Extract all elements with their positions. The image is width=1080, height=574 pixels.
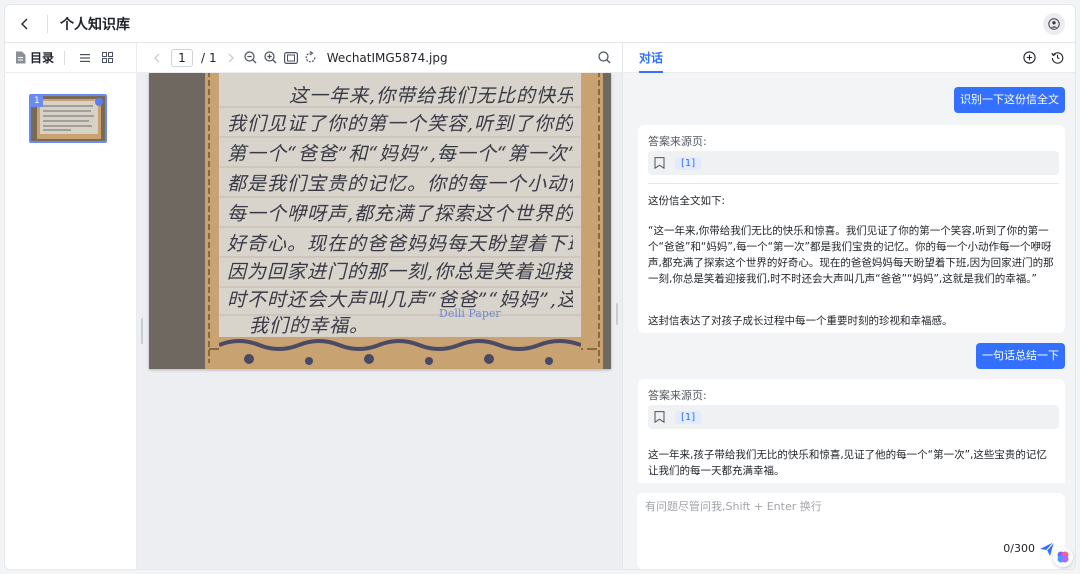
history-button[interactable] [1047, 48, 1067, 68]
grid-view-button[interactable] [97, 48, 117, 68]
handwriting-line: 都是我们宝贵的记忆。你的每一个小动作 [227, 173, 573, 195]
answer-paragraph: 这封信表达了对孩子成长过程中每一个重要时刻的珍视和幸福感。 [648, 315, 953, 327]
chat-panel: 对话 识别一下这份信全文 答案来源页: [1] 这份信全文如下: “这一年来,你… [622, 43, 1075, 569]
total-pages: 1 [209, 50, 217, 65]
rotate-button[interactable] [301, 48, 321, 68]
bookmark-icon [654, 157, 665, 169]
app-window: 个人知识库 目录 1 / 1 WechatIMG5874.jpg 1 这一年来,… [4, 4, 1076, 570]
source-reference-link[interactable]: [1] [675, 410, 702, 424]
letter-photo: 这一年来,你带给我们无比的快乐和惊喜 我们见证了你的第一个笑容,听到了你的 第一… [149, 73, 611, 369]
toolbar-left-group: 目录 [5, 42, 137, 73]
chat-header-actions [1019, 48, 1067, 68]
source-box: [1] [648, 405, 1059, 429]
add-icon [1022, 51, 1036, 64]
document-area: 目录 1 / 1 WechatIMG5874.jpg 1 这一年来,你带给我们无… [5, 42, 622, 569]
chat-header: 对话 [623, 43, 1075, 73]
document-viewer[interactable]: 这一年来,你带给我们无比的快乐和惊喜 我们见证了你的第一个笑容,听到了你的 第一… [137, 73, 622, 569]
answer-paragraph: 这份信全文如下: [648, 195, 726, 207]
handwriting-line: 我们见证了你的第一个笑容,听到了你的 [227, 113, 573, 135]
document-search-button[interactable] [594, 48, 614, 68]
toc-label: 目录 [30, 51, 55, 65]
chevron-right-icon [228, 53, 234, 62]
message-list[interactable]: 识别一下这份信全文 答案来源页: [1] 这份信全文如下: “这一年来,你带给我… [623, 73, 1075, 483]
toc-button[interactable]: 目录 [15, 49, 54, 66]
paper-bottom-ornament [219, 337, 581, 369]
paper-watermark: Delli Paper [439, 307, 501, 320]
viewer-resize-handle[interactable] [141, 318, 143, 344]
prev-page-button[interactable] [147, 48, 167, 68]
list-view-button[interactable] [75, 48, 95, 68]
zoom-in-icon [264, 51, 277, 64]
zoom-out-icon [244, 51, 257, 64]
panel-resize-handle[interactable] [616, 303, 618, 325]
rotate-icon [305, 51, 316, 63]
assistant-float-button[interactable] [1053, 547, 1073, 567]
header-divider [47, 14, 48, 33]
next-page-button[interactable] [221, 48, 241, 68]
character-count: 0/300 [1003, 542, 1035, 555]
fit-screen-icon [283, 51, 298, 64]
document-toolbar: 目录 1 / 1 WechatIMG5874.jpg [5, 42, 622, 73]
chat-input-box[interactable]: 有问题尽管问我,Shift + Enter 换行 0/300 [637, 493, 1065, 569]
toolbar-right-group: 1 / 1 WechatIMG5874.jpg [137, 43, 622, 73]
handwriting-line: 每一个咿呀声,都充满了探索这个世界的 [227, 203, 573, 225]
answer-card: 答案来源页: [1] 这份信全文如下: “这一年来,你带给我们无比的快乐和惊喜。… [638, 125, 1065, 333]
answer-paragraph: 这一年来,孩子带给我们无比的快乐和惊喜,见证了他的每一个“第一次”,这些宝贵的记… [648, 449, 1047, 477]
tab-conversation[interactable]: 对话 [639, 43, 664, 73]
search-icon [597, 51, 610, 64]
page-number-input[interactable]: 1 [171, 48, 193, 67]
handwriting-line: 这一年来,你带给我们无比的快乐和惊喜 [289, 85, 573, 107]
user-message: 识别一下这份信全文 [954, 87, 1065, 113]
handwriting-line: 第一个“爸爸”和“妈妈”,每一个“第一次” [227, 143, 573, 165]
source-label: 答案来源页: [648, 389, 707, 402]
page-title: 个人知识库 [60, 16, 130, 33]
source-box: [1] [648, 151, 1059, 175]
answer-card: 答案来源页: [1] 这一年来,孩子带给我们无比的快乐和惊喜,见证了他的每一个“… [638, 379, 1065, 483]
new-chat-button[interactable] [1019, 48, 1039, 68]
user-avatar-button[interactable] [1043, 13, 1065, 35]
handwriting-line: 因为回家进门的那一刻,你总是笑着迎接我们 [227, 261, 573, 283]
chevron-left-icon [154, 53, 160, 62]
thumbnail-page-number: 1 [31, 96, 43, 107]
page-separator: / [201, 50, 206, 65]
fit-screen-button[interactable] [281, 48, 301, 68]
source-reference-link[interactable]: [1] [675, 156, 702, 170]
thumbnail-panel: 1 [5, 73, 137, 569]
zoom-in-button[interactable] [261, 48, 281, 68]
back-button[interactable] [9, 5, 41, 43]
user-message: 一句话总结一下 [976, 343, 1065, 369]
list-icon [80, 53, 91, 62]
top-header: 个人知识库 [5, 5, 1075, 43]
page-thumbnail[interactable]: 1 [29, 94, 107, 143]
file-name: WechatIMG5874.jpg [326, 50, 448, 65]
thumbnail-selected-dot [95, 98, 103, 106]
letter-paper: 这一年来,你带给我们无比的快乐和惊喜 我们见证了你的第一个笑容,听到了你的 第一… [205, 73, 603, 369]
zoom-out-button[interactable] [241, 48, 261, 68]
handwriting-line: 好奇心。现在的爸爸妈妈每天盼望着下班 [227, 233, 573, 255]
document-icon [16, 51, 26, 64]
back-icon [21, 18, 28, 29]
user-icon [1048, 18, 1060, 30]
bookmark-icon [654, 411, 665, 423]
toolbar-divider [64, 50, 66, 65]
card-divider [648, 183, 1059, 184]
letter-writing-area: 这一年来,你带给我们无比的快乐和惊喜 我们见证了你的第一个笑容,听到了你的 第一… [219, 73, 581, 337]
brain-logo-icon [1057, 551, 1069, 563]
handwriting-line: 我们的幸福。 [249, 315, 370, 337]
answer-paragraph: “这一年来,你带给我们无比的快乐和惊喜。我们见证了你的第一个笑容,听到了你的第一… [648, 225, 1054, 285]
chat-input-placeholder[interactable]: 有问题尽管问我,Shift + Enter 换行 [645, 498, 822, 514]
history-icon [1050, 52, 1063, 64]
handwriting-line: 时不时还会大声叫几声“爸爸”“妈妈”,这就是 [227, 289, 573, 311]
source-label: 答案来源页: [648, 135, 707, 148]
grid-icon [101, 52, 113, 63]
